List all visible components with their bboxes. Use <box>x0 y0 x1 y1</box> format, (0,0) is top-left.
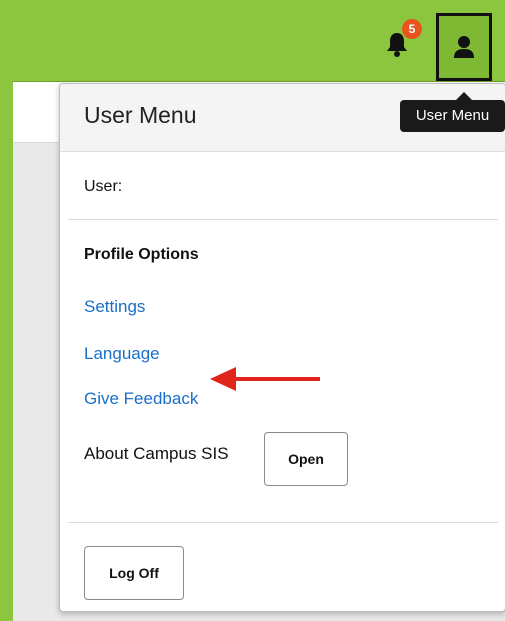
user-menu-title: User Menu <box>84 102 197 128</box>
about-campus-sis-label: About Campus SIS <box>84 444 229 463</box>
settings-link[interactable]: Settings <box>84 297 145 317</box>
user-menu-button[interactable] <box>436 13 492 81</box>
user-icon <box>454 36 474 58</box>
open-button[interactable]: Open <box>264 432 348 486</box>
user-menu-dropdown: User Menu User: Profile Options Settings… <box>59 83 505 612</box>
profile-options-heading: Profile Options <box>84 246 199 263</box>
notification-count-badge: 5 <box>402 19 422 39</box>
divider <box>68 219 498 220</box>
give-feedback-link[interactable]: Give Feedback <box>84 389 198 409</box>
red-arrow-annotation-icon <box>210 367 320 391</box>
tooltip-pointer <box>456 92 472 100</box>
log-off-button[interactable]: Log Off <box>84 546 184 600</box>
user-label: User: <box>84 178 123 195</box>
top-bar: 5 <box>13 13 505 82</box>
language-link[interactable]: Language <box>84 344 160 364</box>
app-screen: 5 User Menu User: Profile Options Settin… <box>13 13 505 621</box>
divider <box>68 522 498 523</box>
user-menu-tooltip: User Menu <box>400 100 505 132</box>
